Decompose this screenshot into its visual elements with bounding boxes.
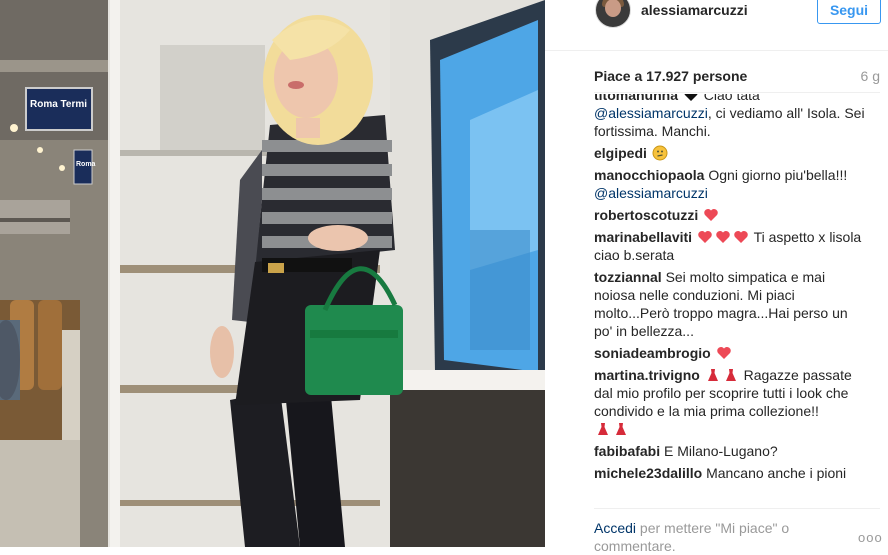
comment: robertoscotuzzi xyxy=(594,206,866,224)
comment: martina.trivigno Ragazze passate dal mio… xyxy=(594,366,866,438)
comments-inner: titomanunna Ciao tata @alessiamarcuzzi, … xyxy=(594,94,866,486)
comment-username[interactable]: manocchiopaola xyxy=(594,167,704,183)
post-side-panel: alessiamarcuzzi Segui Piace a 17.927 per… xyxy=(545,0,888,554)
black-heart-icon xyxy=(684,94,698,101)
station-sign-text-2: Roma xyxy=(76,161,96,168)
red-dress-icon xyxy=(616,423,626,435)
comment: fabibafabi E Milano-Lugano? xyxy=(594,442,866,460)
red-dress-icon xyxy=(707,369,718,381)
post-photo: Roma Termi Roma xyxy=(0,0,545,547)
comment-username[interactable]: robertoscotuzzi xyxy=(594,207,698,223)
comment-username[interactable]: soniadeambrogio xyxy=(594,345,711,361)
comment-text: E Milano-Lugano? xyxy=(664,443,778,459)
comment-text: Ogni giorno piu'bella!!! xyxy=(708,167,848,183)
red-heart-icon xyxy=(698,231,712,243)
red-heart-icon xyxy=(716,231,730,243)
red-dress-icon xyxy=(598,423,608,435)
likes-count[interactable]: Piace a 17.927 persone xyxy=(594,68,747,84)
red-heart-icon xyxy=(734,231,748,243)
login-prompt: Accedi per mettere "Mi piace" o commenta… xyxy=(594,519,824,555)
comment: manocchiopaola Ogni giorno piu'bella!!! … xyxy=(594,166,866,202)
more-options-icon[interactable]: ooo xyxy=(858,530,883,545)
comment: elgipedi xyxy=(594,144,866,162)
comment: soniadeambrogio xyxy=(594,344,866,362)
comment-username[interactable]: michele23dalillo xyxy=(594,465,702,481)
avatar-face xyxy=(605,0,621,17)
username[interactable]: alessiamarcuzzi xyxy=(641,2,748,18)
avatar[interactable] xyxy=(595,0,631,28)
comment-mention[interactable]: @alessiamarcuzzi xyxy=(594,105,708,121)
red-dress-icon xyxy=(725,369,736,381)
post-time[interactable]: 6 g xyxy=(861,68,880,84)
comment: tozziannal Sei molto simpatica e mai noi… xyxy=(594,268,866,340)
comment: titomanunna Ciao tata @alessiamarcuzzi, … xyxy=(594,94,866,140)
comment-text: Ciao tata xyxy=(703,94,760,103)
comment-mention[interactable]: @alessiamarcuzzi xyxy=(594,185,708,201)
comment-username[interactable]: fabibafabi xyxy=(594,443,660,459)
red-heart-icon xyxy=(704,209,718,221)
comment-username[interactable]: elgipedi xyxy=(594,145,647,161)
follow-button[interactable]: Segui xyxy=(817,0,881,24)
train-photo-illustration: Roma Termi Roma xyxy=(0,0,545,547)
comment: michele23dalillo Mancano anche i pioni xyxy=(594,464,866,482)
comment: marinabellaviti Ti aspetto x lisola ciao… xyxy=(594,228,866,264)
comments-list[interactable]: titomanunna Ciao tata @alessiamarcuzzi, … xyxy=(594,94,866,502)
login-link[interactable]: Accedi xyxy=(594,520,636,536)
comment-username[interactable]: marinabellaviti xyxy=(594,229,692,245)
comment-username[interactable]: titomanunna xyxy=(594,94,678,103)
red-heart-icon xyxy=(716,347,731,359)
divider xyxy=(594,92,880,93)
comment-text: Mancano anche i pioni xyxy=(706,465,847,481)
station-sign-text: Roma Termi xyxy=(30,99,87,110)
comment-username[interactable]: martina.trivigno xyxy=(594,367,700,383)
thinking-face-icon xyxy=(652,145,668,161)
post-header: alessiamarcuzzi Segui xyxy=(545,0,888,51)
divider xyxy=(594,508,880,509)
comment-username[interactable]: tozziannal xyxy=(594,269,662,285)
